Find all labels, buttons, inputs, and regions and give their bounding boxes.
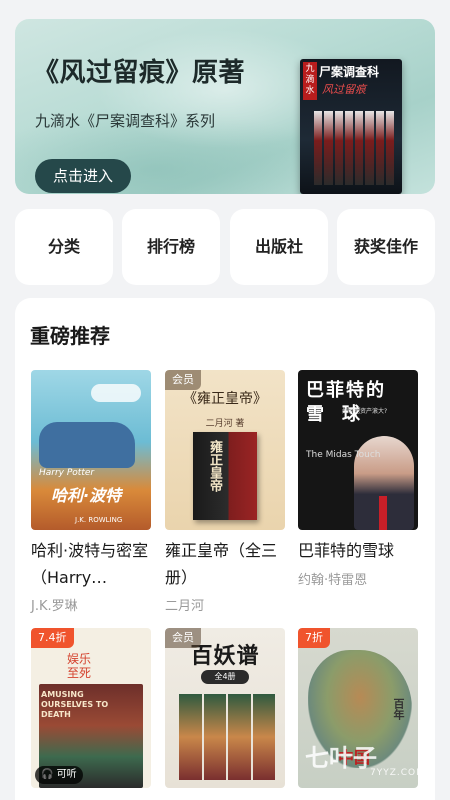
banner-enter-button[interactable]: 点击进入 [35,159,131,193]
book-author: J.K.罗琳 [31,599,78,614]
audio-label: 可听 [56,769,77,780]
flying-car-illustration [39,422,135,468]
book-author: 约翰·特雷恩 [298,573,368,588]
discount-badge: 7折 [298,628,330,648]
member-badge: 会员 [165,628,201,648]
watermark-url: 7YYZ.COM [370,768,425,778]
banner-cover-tag: 九滴水 [303,62,317,100]
book-cover-amusing-ourselves[interactable]: 娱乐 至死 AMUSING OURSELVES TO DEATH 7.4折 🎧 可… [31,628,151,788]
category-button-awards[interactable]: 获奖佳作 [337,209,435,285]
book-cover-yongzheng[interactable]: 会员 《雍正皇帝》 二月河 著 雍正皇帝 [165,370,285,530]
cover-text: 雍正皇帝 [207,440,222,492]
book-cover-baiyaopu[interactable]: 百妖谱 全4册 会员 [165,628,285,788]
member-badge: 会员 [165,370,201,390]
cover-text: 哈利·波特 [51,486,122,505]
promo-banner[interactable]: 《风过留痕》原著 九滴水《尸案调查科》系列 点击进入 九滴水 尸案调查科 风过留… [15,19,435,194]
book-title[interactable]: 巴菲特的雪球 [298,537,422,564]
book-cover-harry-potter[interactable]: Harry Potter 哈利·波特 J.K. ROWLING [31,370,151,530]
cover-text: 如何把资产滚大? [342,408,388,415]
watermark-logo: 七叶子 [305,744,377,772]
banner-book-stack [314,111,394,185]
featured-title: 重磅推荐 [30,324,110,348]
banner-cover-script: 风过留痕 [322,83,366,96]
banner-title: 《风过留痕》原著 [33,58,246,88]
banner-cover-title: 尸案调查科 [319,65,380,79]
cover-text: 百年 [392,698,405,720]
cover-text: The Midas Touch [306,450,381,460]
audio-badge: 🎧 可听 [35,766,83,784]
cover-text: J.K. ROWLING [75,516,123,524]
cover-text: 《雍正皇帝》 [183,391,267,407]
cover-text: 二月河 著 [205,419,245,429]
book-author: 二月河 [165,599,205,614]
cover-text: 巴菲特的 [306,380,386,401]
box-set-illustration [193,432,257,520]
book-set-illustration [179,694,275,780]
category-button-ranking[interactable]: 排行榜 [122,209,220,285]
book-title[interactable]: 哈利·波特与密室（Harry… [31,537,155,591]
cover-text: Harry Potter [39,468,95,478]
cover-text: 娱乐 至死 [67,652,92,680]
book-cover-snowball[interactable]: 巴菲特的 雪 球 如何把资产滚大? The Midas Touch [298,370,418,530]
discount-badge: 7.4折 [31,628,74,648]
category-button-publisher[interactable]: 出版社 [230,209,328,285]
banner-subtitle: 九滴水《尸案调查科》系列 [35,112,216,130]
category-button-classify[interactable]: 分类 [15,209,113,285]
banner-book-cover[interactable]: 九滴水 尸案调查科 风过留痕 [300,59,402,194]
cover-text: AMUSING OURSELVES TO DEATH [41,690,109,719]
cover-text: 全4册 [201,670,249,684]
book-title[interactable]: 雍正皇帝（全三册） [165,537,289,591]
headphones-icon: 🎧 [41,769,54,780]
